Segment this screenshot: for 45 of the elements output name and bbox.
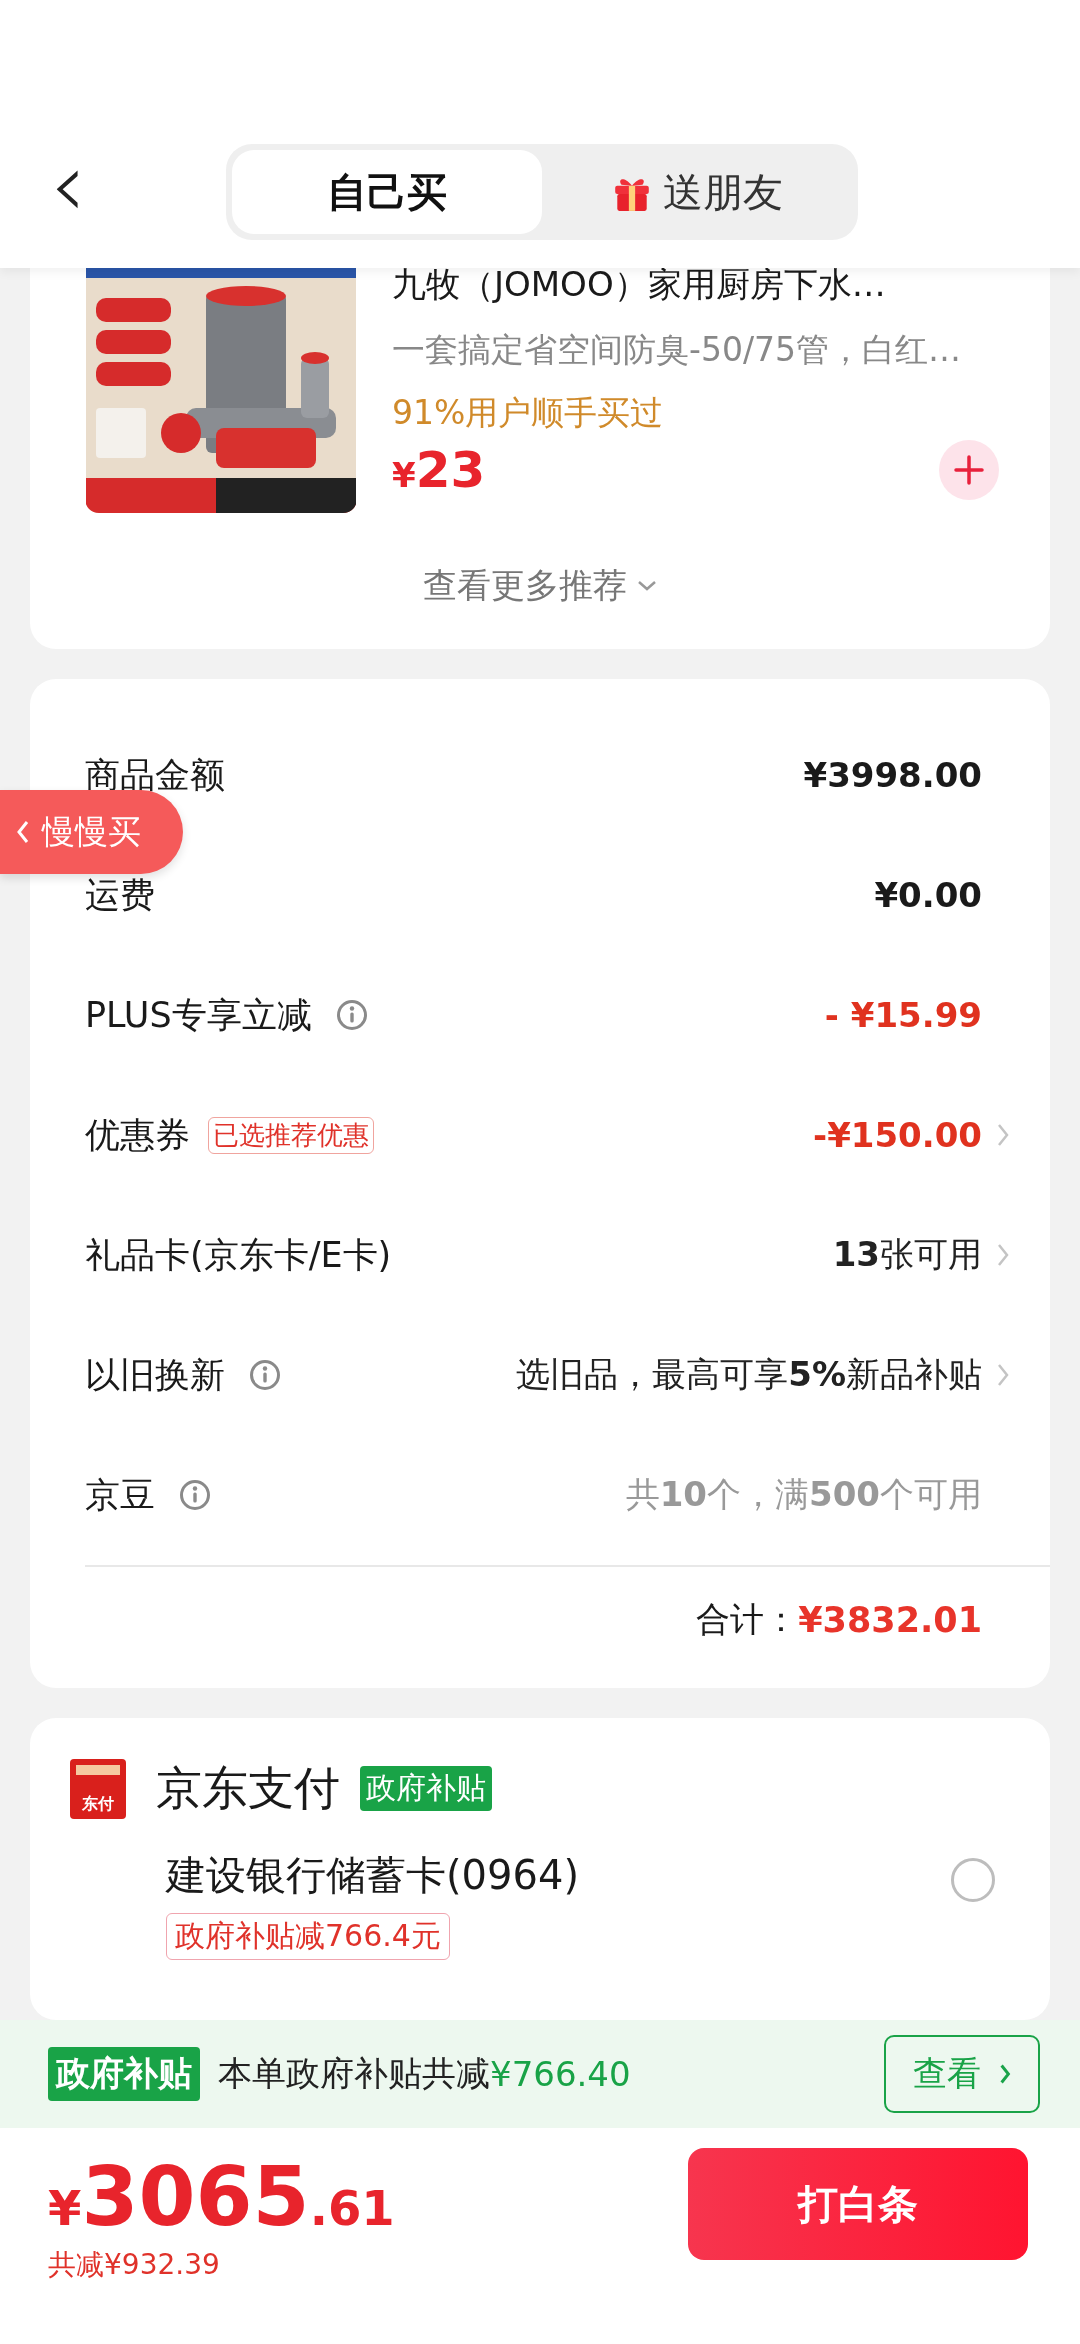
chevron-left-icon (16, 819, 30, 845)
bank-card-name[interactable]: 建设银行储蓄卡(0964) (166, 1847, 579, 1903)
more-recommendations-link[interactable]: 查看更多推荐 (423, 563, 657, 609)
info-icon[interactable] (335, 999, 368, 1031)
fee-label: PLUS专享立减 (85, 993, 312, 1037)
chevron-icon[interactable] (996, 1242, 1010, 1268)
payment-logo: 东付 (70, 1758, 126, 1819)
fee-value: 13张可用 (832, 1233, 982, 1276)
info-icon[interactable] (179, 1479, 211, 1511)
chevron-down-icon (637, 580, 657, 592)
subsidy-text: 本单政府补贴共减 (218, 2052, 490, 2095)
fee-value: -¥150.00 (813, 1115, 982, 1155)
fee-label: 优惠券 (85, 1113, 190, 1157)
subsidy-badge: 政府补贴 (360, 1766, 492, 1811)
tab[interactable]: 送朋友 (542, 150, 852, 234)
fee-value: 选旧品，最高可享5%新品补贴 (516, 1353, 982, 1396)
payable-amount: ¥3065.61 (48, 2156, 395, 2238)
fee-label: 京豆 (85, 1473, 155, 1517)
total-amount: ¥3832.01 (798, 1599, 982, 1640)
subsidy-badge: 政府补贴 (48, 2047, 200, 2101)
tab[interactable]: 自己买 (232, 150, 542, 234)
info-icon[interactable] (249, 1359, 281, 1391)
product-description: 一套搞定省空间防臭-50/75管，白红… (392, 329, 962, 371)
fee-value: 共10个，满500个可用 (625, 1473, 982, 1516)
fee-value: ¥3998.00 (803, 755, 982, 795)
product-price: ¥23 (392, 441, 486, 499)
fee-label: 礼品卡(京东卡/E卡) (85, 1233, 392, 1277)
payment-method-name: 京东支付 (156, 1759, 340, 1817)
pay-button[interactable]: 打白条 (688, 2148, 1028, 2260)
back-button[interactable]: ‹ (50, 140, 130, 240)
add-icon[interactable] (939, 440, 999, 500)
total-savings: 共减¥932.39 (48, 2247, 221, 2283)
subsidy-tag: 政府补贴减766.4元 (166, 1912, 450, 1960)
fee-value: ¥0.00 (874, 875, 982, 915)
chevron-icon (999, 2063, 1011, 2085)
fee-label: 以旧换新 (85, 1353, 225, 1397)
total-label: 合计： (696, 1597, 799, 1641)
coupon-tag: 已选推荐优惠 (208, 1116, 374, 1154)
purchase-rate: 91%用户顺手买过 (392, 392, 665, 434)
chevron-icon[interactable] (996, 1362, 1010, 1388)
subsidy-amount: ¥766.40 (490, 2054, 631, 2094)
fee-label: 运费 (85, 873, 155, 917)
fee-value: - ¥15.99 (824, 995, 982, 1035)
chevron-icon[interactable] (996, 1122, 1010, 1148)
radio-button[interactable] (951, 1857, 995, 1902)
